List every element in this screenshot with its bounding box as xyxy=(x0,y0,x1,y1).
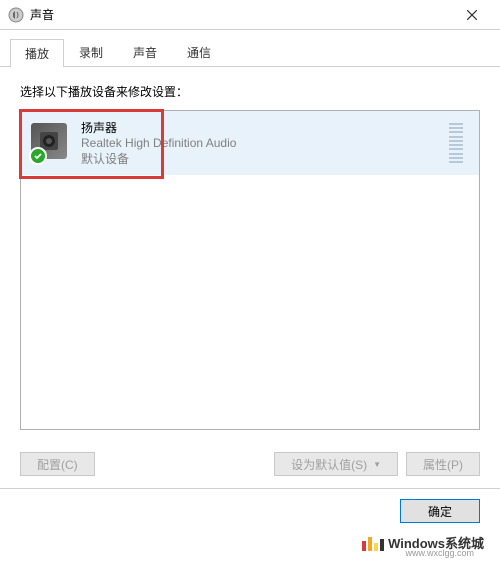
device-name: 扬声器 xyxy=(81,119,449,136)
titlebar: 声音 xyxy=(0,0,500,30)
device-list[interactable]: 扬声器 Realtek High Definition Audio 默认设备 xyxy=(20,110,480,430)
watermark-logo-icon xyxy=(362,535,384,551)
window-title: 声音 xyxy=(30,6,452,23)
chevron-down-icon: ▼ xyxy=(373,460,381,469)
set-default-button[interactable]: 设为默认值(S) ▼ xyxy=(274,452,398,476)
tab-recording[interactable]: 录制 xyxy=(64,38,118,66)
tab-sounds[interactable]: 声音 xyxy=(118,38,172,66)
properties-button[interactable]: 属性(P) xyxy=(406,452,480,476)
watermark: Windows系统城 www.wxclgg.com xyxy=(358,531,488,554)
watermark-url: www.wxclgg.com xyxy=(405,548,474,558)
device-status: 默认设备 xyxy=(81,150,449,167)
tab-communications[interactable]: 通信 xyxy=(172,38,226,66)
tab-bar: 播放 录制 声音 通信 xyxy=(0,34,500,67)
device-item-speakers[interactable]: 扬声器 Realtek High Definition Audio 默认设备 xyxy=(21,111,479,175)
dialog-button-row: 确定 xyxy=(0,488,500,533)
default-check-icon xyxy=(29,147,47,165)
tab-playback[interactable]: 播放 xyxy=(10,39,64,67)
device-icon-wrap xyxy=(31,123,71,163)
instruction-text: 选择以下播放设备来修改设置： xyxy=(20,83,480,100)
level-meter xyxy=(449,123,463,163)
sound-icon xyxy=(8,7,24,23)
ok-button[interactable]: 确定 xyxy=(400,499,480,523)
device-button-row: 配置(C) 设为默认值(S) ▼ 属性(P) xyxy=(0,440,500,482)
device-text: 扬声器 Realtek High Definition Audio 默认设备 xyxy=(81,119,449,167)
close-button[interactable] xyxy=(452,1,492,29)
device-description: Realtek High Definition Audio xyxy=(81,136,449,150)
set-default-label: 设为默认值(S) xyxy=(291,456,367,473)
configure-button[interactable]: 配置(C) xyxy=(20,452,95,476)
content-area: 选择以下播放设备来修改设置： 扬声器 Realtek High Definiti… xyxy=(0,67,500,440)
